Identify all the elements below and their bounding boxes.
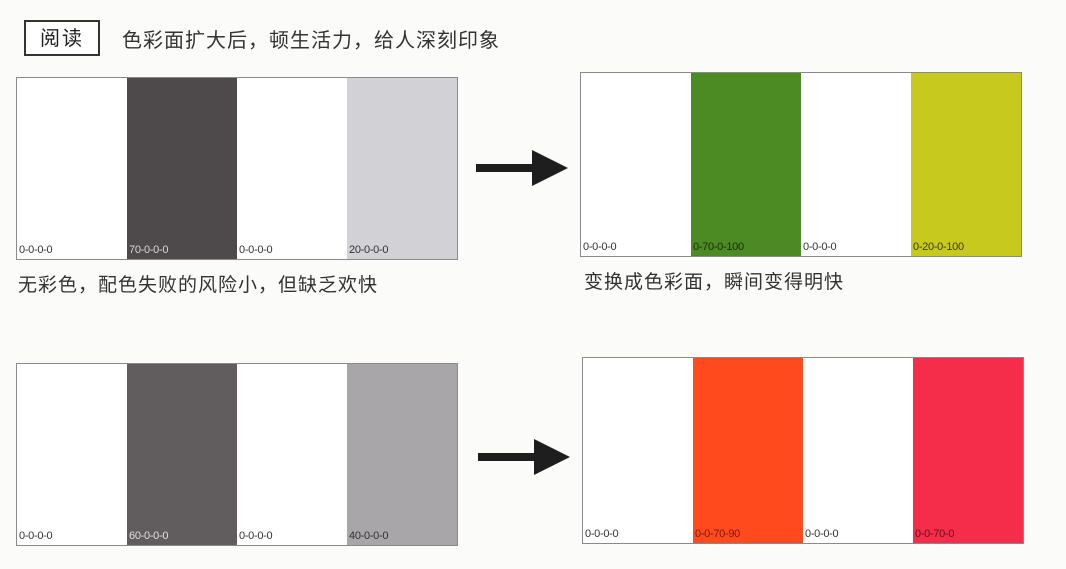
swatch-0: 0-0-0-0 — [583, 358, 693, 543]
caption-row1-before: 无彩色，配色失败的风险小，但缺乏欢快 — [18, 274, 379, 296]
swatch-code: 0-0-0-0 — [239, 530, 273, 542]
swatch-0: 0-0-0-0 — [581, 73, 691, 256]
swatch-code: 20-0-0-0 — [349, 244, 389, 256]
swatch-code: 0-0-0-0 — [19, 530, 53, 542]
header: 阅读 色彩面扩大后，顿生活力，给人深刻印象 — [24, 20, 500, 56]
swatch-2: 0-0-0-0 — [803, 358, 913, 543]
swatch-2: 0-0-0-0 — [237, 78, 347, 259]
swatch-3: 20-0-0-0 — [347, 78, 457, 259]
panel-row1-after: 0-0-0-0 0-70-0-100 0-0-0-0 0-20-0-100 — [580, 72, 1022, 257]
swatch-code: 0-20-0-100 — [913, 241, 964, 253]
swatch-3: 0-0-70-0 — [913, 358, 1023, 543]
swatch-2: 0-0-0-0 — [237, 364, 347, 545]
swatch-code: 0-0-0-0 — [19, 244, 53, 256]
swatch-0: 0-0-0-0 — [17, 364, 127, 545]
swatch-code: 40-0-0-0 — [349, 530, 389, 542]
swatch-code: 0-0-0-0 — [239, 244, 273, 256]
arrow-right-icon — [478, 439, 570, 475]
swatch-3: 0-20-0-100 — [911, 73, 1021, 256]
swatch-code: 0-0-0-0 — [585, 528, 619, 540]
caption-row1-after: 变换成色彩面，瞬间变得明快 — [584, 271, 845, 293]
swatch-code: 60-0-0-0 — [129, 530, 169, 542]
swatch-code: 0-0-0-0 — [583, 241, 617, 253]
panel-row1-before: 0-0-0-0 70-0-0-0 0-0-0-0 20-0-0-0 — [16, 77, 458, 260]
swatch-1: 0-0-70-90 — [693, 358, 803, 543]
panel-row2-before: 0-0-0-0 60-0-0-0 0-0-0-0 40-0-0-0 — [16, 363, 458, 546]
swatch-code: 0-70-0-100 — [693, 241, 744, 253]
section-tag: 阅读 — [24, 20, 100, 56]
swatch-1: 0-70-0-100 — [691, 73, 801, 256]
swatch-code: 0-0-0-0 — [805, 528, 839, 540]
swatch-2: 0-0-0-0 — [801, 73, 911, 256]
swatch-code: 70-0-0-0 — [129, 244, 169, 256]
swatch-3: 40-0-0-0 — [347, 364, 457, 545]
arrow-right-icon — [476, 150, 568, 186]
swatch-code: 0-0-0-0 — [803, 241, 837, 253]
swatch-0: 0-0-0-0 — [17, 78, 127, 259]
swatch-1: 70-0-0-0 — [127, 78, 237, 259]
swatch-1: 60-0-0-0 — [127, 364, 237, 545]
swatch-code: 0-0-70-90 — [695, 528, 740, 540]
panel-row2-after: 0-0-0-0 0-0-70-90 0-0-0-0 0-0-70-0 — [582, 357, 1024, 544]
swatch-code: 0-0-70-0 — [915, 528, 955, 540]
headline: 色彩面扩大后，顿生活力，给人深刻印象 — [122, 27, 500, 52]
